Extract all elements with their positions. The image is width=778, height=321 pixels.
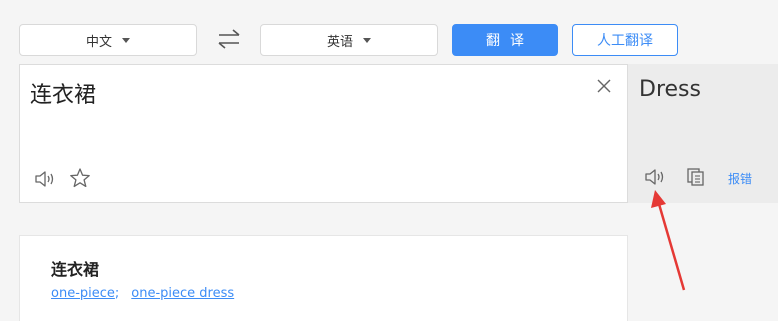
copy-icon[interactable] [686,167,706,187]
dictionary-headword: 连衣裙 [51,260,100,279]
source-language-label: 中文 [85,34,112,50]
target-language-label: 英语 [326,34,353,50]
translate-button[interactable]: 翻译 [452,24,558,56]
chevron-down-icon [122,37,130,43]
translation-result-area: Dress 报错 [628,64,778,203]
translation-text: Dress [639,77,701,102]
report-error-link[interactable]: 报错 [728,170,752,187]
target-language-select[interactable]: 英语 [260,24,438,56]
meaning-link[interactable]: one-piece [51,286,115,301]
dictionary-panel: 连衣裙 one-piece; one-piece dress [19,235,628,321]
chevron-down-icon [363,37,371,43]
dictionary-meanings: one-piece; one-piece dress [51,286,234,301]
meaning-separator: ; [114,286,120,301]
human-translate-button[interactable]: 人工翻译 [572,24,678,56]
speaker-icon[interactable] [34,169,56,189]
meaning-link[interactable]: one-piece dress [131,286,234,301]
source-text-area[interactable]: 连衣裙 [19,64,628,203]
speaker-icon[interactable] [644,167,666,187]
source-text[interactable]: 连衣裙 [30,77,96,109]
close-icon[interactable] [597,79,611,93]
source-language-select[interactable]: 中文 [19,24,197,56]
star-icon[interactable] [69,167,91,189]
swap-arrows-icon[interactable] [214,26,244,52]
